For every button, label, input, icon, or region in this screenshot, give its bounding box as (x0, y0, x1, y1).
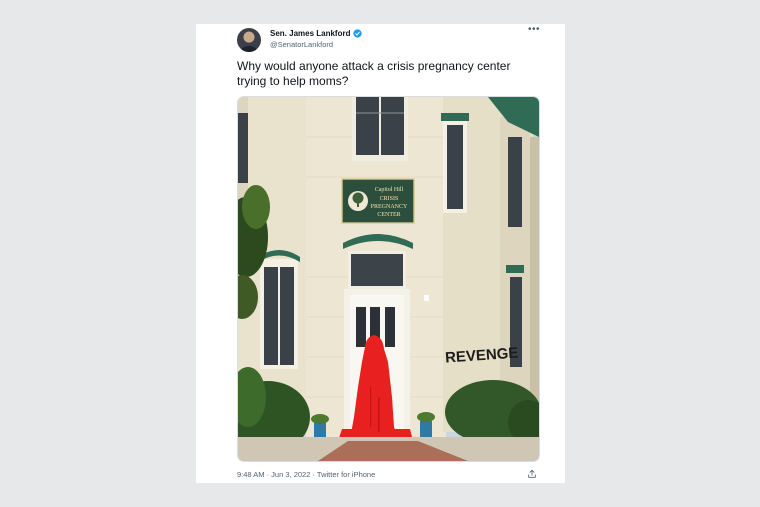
more-options-icon[interactable]: ••• (528, 24, 540, 35)
sign-line-1: Capitol Hill (375, 187, 404, 193)
author-name-row: Sen. James Lankford (270, 29, 363, 38)
verified-badge-icon (353, 29, 363, 38)
author-avatar[interactable] (237, 28, 261, 52)
photo-building-illustration: Capitol Hill CRISIS PREGNANCY CENTER REV… (238, 97, 539, 461)
tweet-photo[interactable]: Capitol Hill CRISIS PREGNANCY CENTER REV… (237, 96, 540, 462)
author-handle[interactable]: @SenatorLankford (270, 40, 333, 49)
author-name[interactable]: Sen. James Lankford (270, 29, 350, 38)
tweet-timestamp[interactable]: 9:48 AM · Jun 3, 2022 · Twitter for iPho… (237, 470, 375, 479)
tweet-card: Sen. James Lankford @SenatorLankford •••… (196, 24, 565, 483)
share-icon[interactable] (527, 469, 537, 479)
tweet-text: Why would anyone attack a crisis pregnan… (237, 59, 511, 88)
sign-line-4: CENTER (377, 212, 400, 218)
sign-line-3: PREGNANCY (371, 204, 408, 210)
sign-line-2: CRISIS (380, 196, 399, 202)
